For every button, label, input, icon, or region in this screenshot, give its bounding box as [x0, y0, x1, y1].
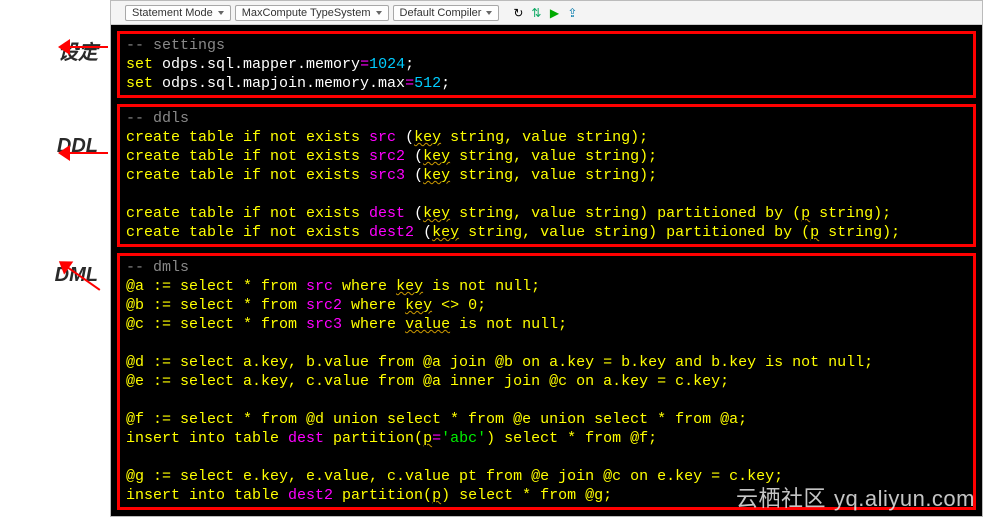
comment: -- ddls	[126, 110, 189, 127]
statement-mode-dropdown[interactable]: Statement Mode	[125, 5, 231, 21]
upload-icon[interactable]: ⇪	[565, 6, 579, 20]
typesystem-dropdown[interactable]: MaxCompute TypeSystem	[235, 5, 389, 21]
dml-block: -- dmls @a := select * from src where ke…	[117, 253, 976, 510]
dropdown-label: MaxCompute TypeSystem	[242, 7, 371, 19]
ddl-block: -- ddls create table if not exists src (…	[117, 104, 976, 247]
code-editor[interactable]: -- settings set odps.sql.mapper.memory=1…	[111, 25, 982, 516]
dropdown-label: Statement Mode	[132, 7, 213, 19]
arrow-settings	[66, 46, 108, 48]
editor-panel: Statement Mode MaxCompute TypeSystem Def…	[110, 0, 983, 517]
dml-line-g: @g := select e.key, e.value, c.value pt …	[126, 468, 783, 485]
comment: -- dmls	[126, 259, 189, 276]
dml-line-f: @f := select * from @d union select * fr…	[126, 411, 747, 428]
play-icon[interactable]: ▶	[547, 6, 561, 20]
watermark-cn: 云栖社区	[736, 486, 826, 511]
toolbar: Statement Mode MaxCompute TypeSystem Def…	[111, 1, 982, 25]
annotation-panel: 设定 DDL DML	[0, 0, 110, 517]
arrow-ddl	[66, 152, 108, 154]
watermark-url: yq.aliyun.com	[834, 486, 975, 511]
chevron-down-icon	[486, 11, 492, 15]
chevron-down-icon	[376, 11, 382, 15]
refresh-icon[interactable]: ↻	[511, 6, 525, 20]
comment: -- settings	[126, 37, 225, 54]
dml-line-e: @e := select a.key, c.value from @a inne…	[126, 373, 729, 390]
compiler-dropdown[interactable]: Default Compiler	[393, 5, 500, 21]
label-settings: 设定	[0, 36, 110, 65]
dropdown-label: Default Compiler	[400, 7, 482, 19]
chevron-down-icon	[218, 11, 224, 15]
dml-line-d: @d := select a.key, b.value from @a join…	[126, 354, 873, 371]
label-ddl: DDL	[0, 135, 110, 158]
sort-icon[interactable]: ⇅	[529, 6, 543, 20]
watermark: 云栖社区 yq.aliyun.com	[736, 481, 975, 513]
settings-block: -- settings set odps.sql.mapper.memory=1…	[117, 31, 976, 98]
